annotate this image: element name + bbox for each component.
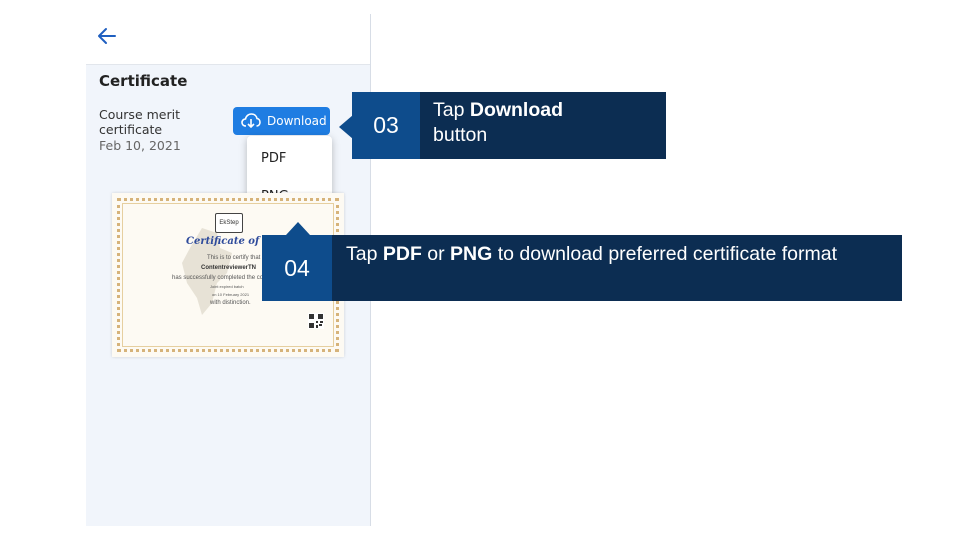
callout-pointer (339, 115, 353, 139)
certificate-recipient: ContentreviewerTN (201, 265, 257, 271)
certificate-date: Feb 10, 2021 (99, 138, 181, 153)
certificate-date-line: on 10 February 2021 (212, 292, 250, 297)
step-number-04: 04 (262, 235, 332, 301)
step3-text-post: button (433, 124, 488, 146)
certificate-distinction: with distinction. (210, 300, 251, 306)
certificate-course: Joint expired batch (210, 284, 244, 289)
certificate-logo: EkStep (215, 213, 243, 233)
app-header (86, 14, 370, 65)
step3-text-bold: Download (469, 99, 564, 121)
menu-item-pdf[interactable]: PDF (261, 151, 286, 166)
step4-text-mid: or (421, 243, 451, 265)
step-instruction-04: Tap PDF or PNG to download preferred cer… (332, 235, 902, 301)
section-title: Certificate (99, 72, 188, 90)
download-button[interactable]: Download (233, 107, 330, 135)
step-instruction-03: Tap Download button (420, 92, 666, 159)
certificate-text-line: This is to certify that (207, 255, 261, 261)
step-number-03: 03 (352, 92, 420, 159)
certificate-name: Course merit certificate (99, 107, 180, 137)
step4-text-pre: Tap (346, 243, 383, 265)
cloud-download-icon (241, 113, 261, 129)
step3-text-pre: Tap (433, 99, 470, 121)
certificate-text-line: has successfully completed the course (172, 275, 275, 281)
step4-bold-pdf: PDF (382, 243, 422, 265)
back-arrow-icon[interactable] (96, 25, 118, 47)
step4-text-post: to download preferred certificate format (492, 243, 837, 265)
callout-pointer (286, 222, 310, 235)
step4-bold-png: PNG (450, 243, 493, 265)
qr-code-icon (308, 313, 324, 329)
download-button-label: Download (267, 114, 327, 128)
